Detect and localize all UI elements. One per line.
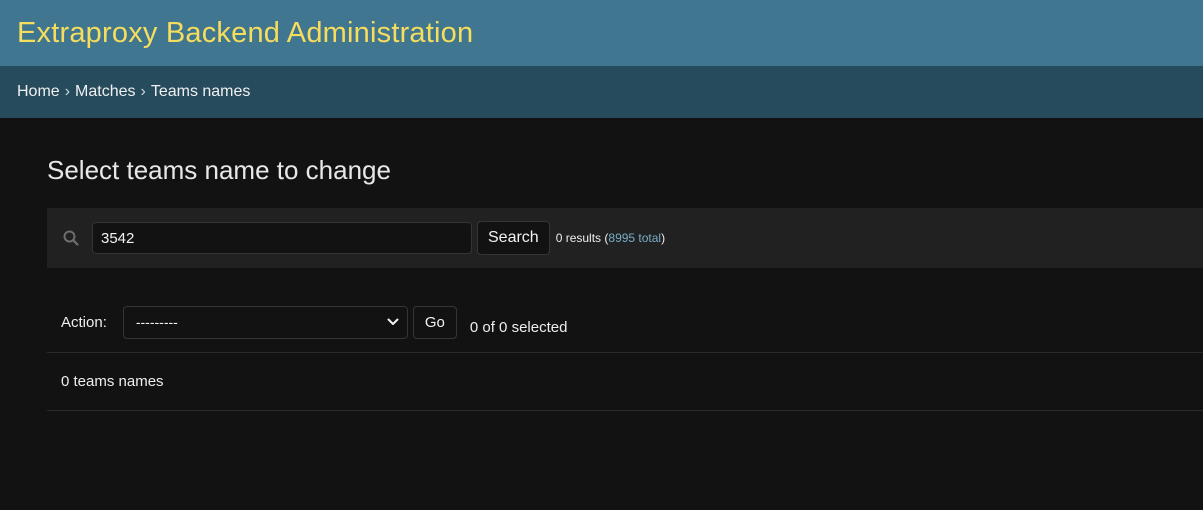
action-select[interactable]: --------- [122,305,408,339]
result-count: 0 teams names [61,373,164,390]
go-button[interactable]: Go [412,305,457,339]
total-link[interactable]: 8995 total [608,231,661,245]
actions-bar: Action: --------- Go 0 of 0 selected [47,268,1203,353]
paginator: 0 teams names [47,353,1203,411]
search-input[interactable] [92,222,472,254]
main-content: Select teams name to change Search 0 res… [0,118,1203,411]
breadcrumb-separator: › [64,83,71,100]
search-button[interactable]: Search [477,221,550,255]
breadcrumb-separator: › [140,83,146,100]
selected-count: 0 of 0 selected [469,319,568,336]
page-title: Select teams name to change [47,155,391,185]
header: Extraproxy Backend Administration [0,0,1203,66]
results-suffix: ) [661,231,666,245]
chevron-down-icon [387,316,399,328]
action-select-value: --------- [135,314,178,330]
breadcrumb: Home › Matches › Teams names [0,66,1203,118]
breadcrumb-home[interactable]: Home [17,83,60,101]
search-toolbar: Search 0 results (8995 total) [47,208,1203,268]
search-icon [62,229,80,247]
results-prefix: 0 results ( [555,231,609,245]
site-title[interactable]: Extraproxy Backend Administration [17,17,473,50]
breadcrumb-current: Teams names [150,83,251,100]
action-label: Action: [61,313,107,331]
breadcrumb-matches[interactable]: Matches [75,83,135,101]
search-results-count: 0 results (8995 total) [556,231,665,245]
